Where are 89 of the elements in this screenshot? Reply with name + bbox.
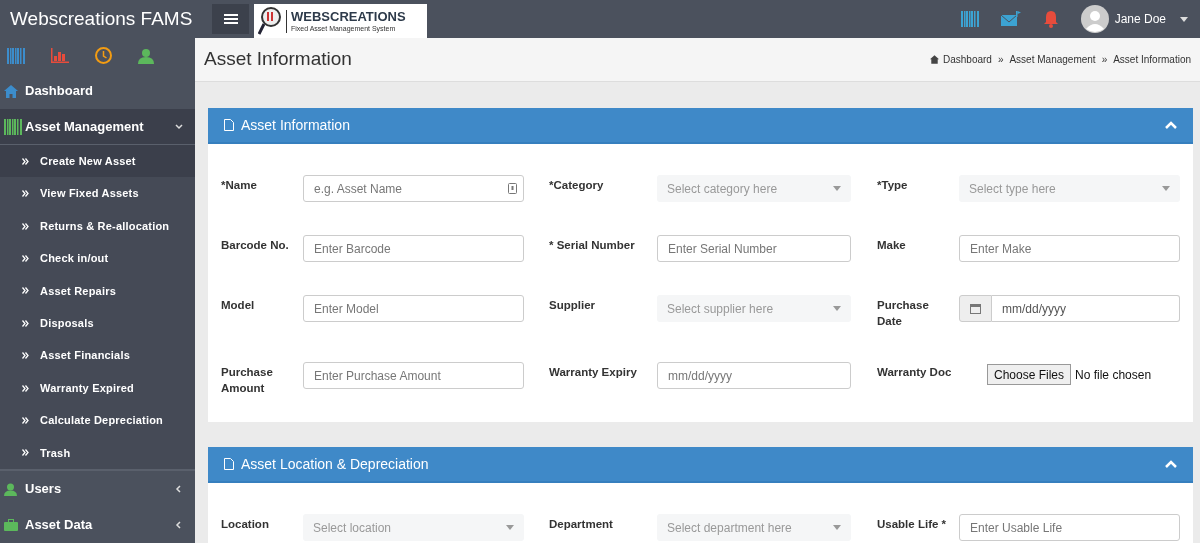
caret-icon — [833, 525, 841, 530]
input-field[interactable]: mm/dd/yyyy — [657, 362, 851, 389]
double-chevron-icon — [22, 319, 29, 327]
user-icon — [4, 482, 17, 496]
field-label: Model — [221, 298, 256, 313]
barcode-icon[interactable] — [7, 47, 25, 64]
field-label: Department — [549, 517, 614, 532]
double-chevron-icon — [22, 190, 29, 198]
field-label: Purchase Date — [877, 298, 930, 329]
barcode-icon[interactable] — [960, 11, 979, 27]
caret-icon[interactable] — [1180, 16, 1188, 22]
user-name[interactable]: Jane Doe — [1114, 10, 1166, 28]
menu-icon — [223, 14, 238, 24]
sidebar-subitem[interactable]: Check in/out — [0, 242, 195, 275]
field-label: *Type — [877, 178, 909, 193]
breadcrumb-separator: » — [1100, 53, 1109, 67]
calendar-icon — [970, 303, 981, 314]
menu-button[interactable] — [212, 4, 249, 34]
chevron-up-icon[interactable] — [1165, 121, 1177, 129]
field-label: Location — [221, 517, 270, 532]
breadcrumb-separator: » — [996, 53, 1005, 67]
input-field[interactable]: Enter Barcode — [303, 235, 524, 262]
panel-title: Asset Information — [241, 115, 350, 135]
chevron-left-icon — [175, 485, 183, 493]
mail-icon[interactable] — [1000, 11, 1021, 27]
chevron-up-icon[interactable] — [1165, 460, 1177, 468]
field-label: Warranty Expiry — [549, 365, 638, 380]
caret-icon — [833, 306, 841, 311]
input-field[interactable]: Enter Model — [303, 295, 524, 322]
input-field[interactable]: Enter Usable Life — [959, 514, 1180, 541]
briefcase-icon — [4, 519, 18, 531]
home-icon — [4, 84, 18, 98]
sidebar-subitem[interactable]: Asset Financials — [0, 339, 195, 372]
calendar-addon[interactable] — [959, 295, 992, 322]
date-field[interactable]: mm/dd/yyyy — [992, 295, 1180, 322]
field-label: Supplier — [549, 298, 596, 313]
field-label: Purchase Amount — [221, 365, 274, 396]
logo-title: WEBSCREATIONS — [291, 9, 406, 24]
magnifier-icon — [258, 6, 282, 36]
sidebar-subitem[interactable]: Disposals — [0, 307, 195, 340]
choose-files-button[interactable]: Choose Files — [987, 364, 1072, 385]
double-chevron-icon — [22, 254, 29, 262]
double-chevron-icon — [22, 157, 29, 165]
double-chevron-icon — [22, 222, 29, 230]
sidebar-subitem[interactable]: View Fixed Assets — [0, 177, 195, 210]
caret-icon — [1162, 186, 1170, 191]
double-chevron-icon — [22, 287, 29, 295]
bell-icon[interactable] — [1042, 10, 1059, 28]
field-label: Make — [877, 238, 907, 253]
double-chevron-icon — [22, 352, 29, 360]
avatar-icon[interactable] — [1080, 5, 1109, 33]
chevron-left-icon — [175, 521, 183, 529]
breadcrumb-link[interactable]: Dashboard — [942, 52, 992, 67]
input-field[interactable]: Enter Serial Number — [657, 235, 851, 262]
field-label: *Name — [221, 178, 258, 193]
sidebar-subitem[interactable]: Warranty Expired — [0, 371, 195, 405]
field-label: Barcode No. — [221, 238, 290, 253]
document-icon — [224, 119, 234, 131]
field-label: * Serial Number — [549, 238, 636, 253]
app-title: Webscreations FAMS — [9, 6, 194, 31]
document-icon — [224, 458, 234, 470]
page-title: Asset Information — [204, 47, 352, 72]
barcode-icon[interactable] — [4, 118, 22, 135]
sidebar-subitem[interactable]: Asset Repairs — [0, 274, 195, 308]
sidebar-subitem[interactable]: Calculate Depreciation — [0, 404, 195, 437]
user-icon[interactable] — [138, 47, 154, 64]
breadcrumb-link[interactable]: Asset Management — [1009, 52, 1096, 67]
chevron-down-icon — [175, 122, 183, 131]
field-label: Warranty Doc — [877, 365, 953, 380]
file-status: No file chosen — [1075, 366, 1152, 384]
bar-chart-icon[interactable] — [51, 48, 69, 64]
sidebar-item[interactable]: Asset Management — [0, 109, 195, 146]
input-field[interactable]: e.g. Asset Name — [303, 175, 524, 202]
field-label: Usable Life * — [877, 517, 948, 532]
caret-icon — [506, 525, 514, 530]
input-field[interactable]: Enter Make — [959, 235, 1180, 262]
input-field[interactable]: Enter Purchase Amount — [303, 362, 524, 389]
panel-title: Asset Location & Depreciation — [241, 454, 429, 474]
sidebar-subitem[interactable]: Returns & Re-allocation — [0, 209, 195, 243]
field-label: *Category — [549, 178, 605, 193]
double-chevron-icon — [22, 384, 29, 392]
double-chevron-icon — [22, 416, 29, 424]
sidebar-subitem[interactable]: Trash — [0, 436, 195, 469]
clock-icon[interactable] — [95, 47, 112, 65]
breadcrumb-link[interactable]: Asset Information — [1113, 52, 1191, 67]
double-chevron-icon — [22, 449, 29, 457]
caret-icon — [833, 186, 841, 191]
home-icon — [929, 55, 939, 64]
sidebar-subitem[interactable]: Create New Asset — [0, 145, 195, 178]
